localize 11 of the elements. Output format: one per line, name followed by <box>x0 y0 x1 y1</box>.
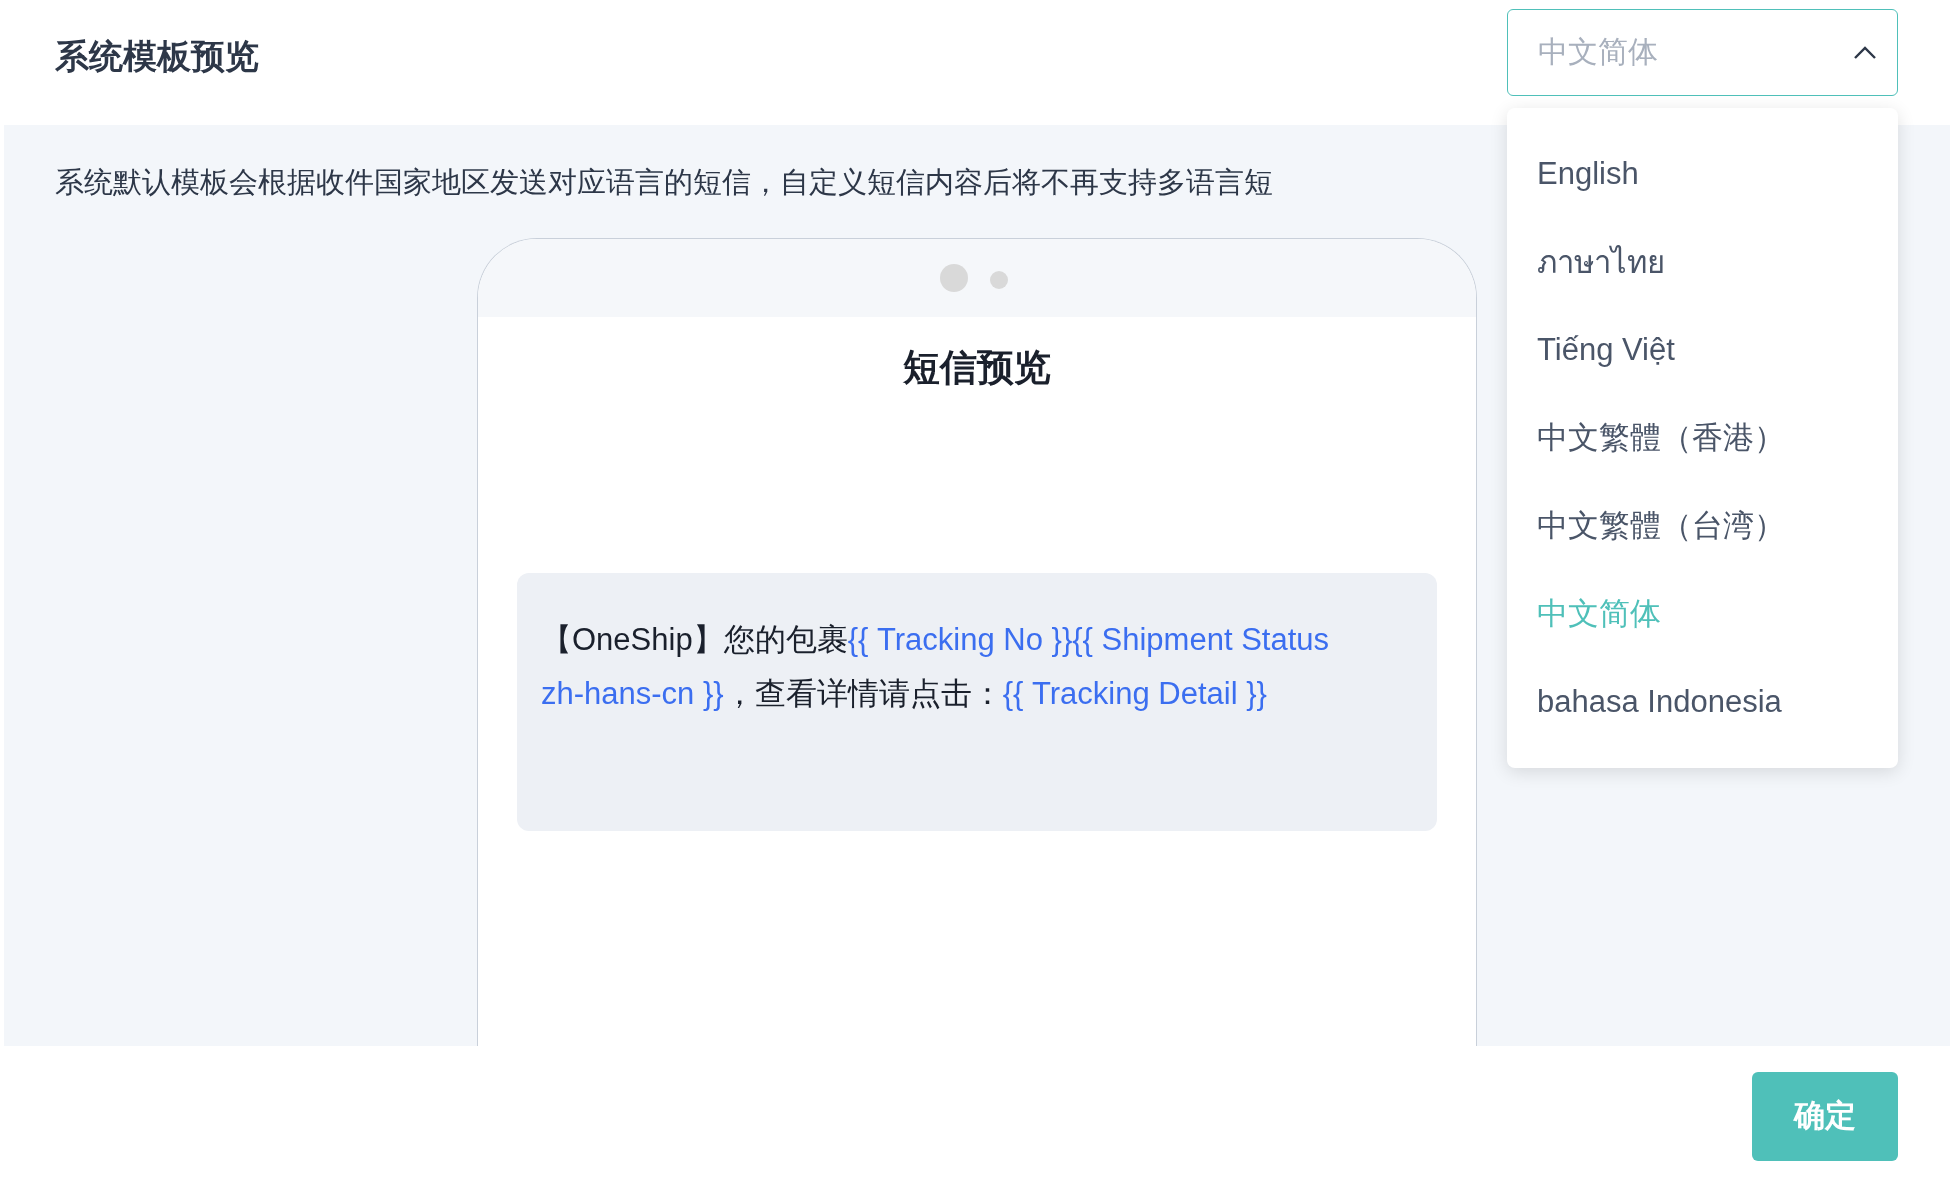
language-option[interactable]: 中文繁體（香港） <box>1507 394 1898 482</box>
sms-message: 【OneShip】您的包裹{{ Tracking No }}{{ Shipment Status zh-hans-cn }}，查看详情请点击：{{ Tracking Detail }} <box>541 621 1331 713</box>
description-text: 系统默认模板会根据收件国家地区发送对应语言的短信，自定义短信内容后将不再支持多语言短 <box>55 165 1273 200</box>
language-option[interactable]: bahasa Indonesia <box>1507 658 1898 746</box>
language-option[interactable]: Tiếng Việt <box>1507 306 1898 394</box>
language-option[interactable]: 中文繁體（台湾） <box>1507 482 1898 570</box>
language-option[interactable]: ภาษาไทย <box>1507 218 1898 306</box>
sms-preview-title: 短信预览 <box>903 346 1051 390</box>
page-title: 系统模板预览 <box>55 36 259 77</box>
caret-icon <box>1853 45 1877 60</box>
language-option[interactable]: English <box>1507 130 1898 218</box>
